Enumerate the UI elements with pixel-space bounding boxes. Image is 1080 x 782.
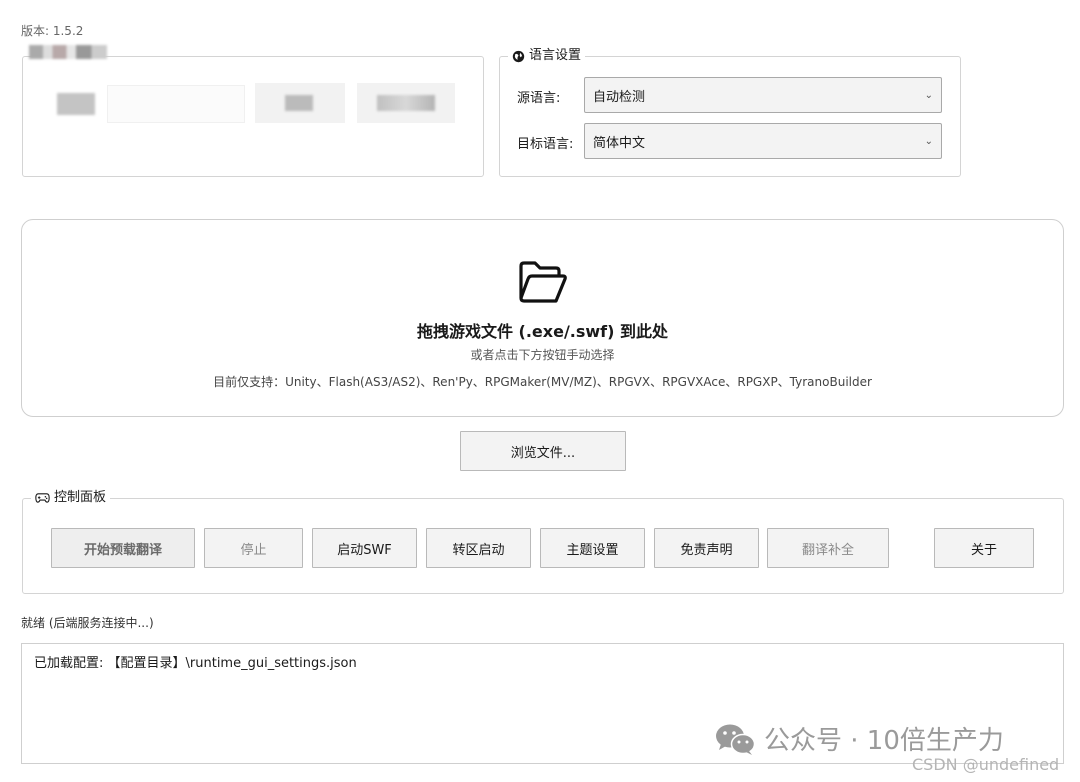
- target-language-label: 目标语言:: [517, 137, 574, 152]
- stop-button[interactable]: 停止: [204, 528, 303, 568]
- blurred-group: [22, 45, 484, 177]
- source-language-label: 源语言:: [517, 91, 561, 106]
- globe-icon: [512, 50, 525, 63]
- language-settings-label: 语言设置: [529, 48, 582, 63]
- target-language-select[interactable]: 简体中文 ⌄: [584, 123, 942, 159]
- translation-complete-button[interactable]: 翻译补全: [767, 528, 889, 568]
- folder-open-icon: [518, 260, 568, 304]
- watermark: 公众号 · 10倍生产力: [714, 720, 1004, 757]
- about-button[interactable]: 关于: [934, 528, 1034, 568]
- disclaimer-button[interactable]: 免责声明: [654, 528, 759, 568]
- chevron-down-icon: ⌄: [924, 135, 933, 147]
- blurred-label: [57, 93, 95, 115]
- watermark-text: 公众号 · 10倍生产力: [764, 726, 1004, 756]
- source-language-select[interactable]: 自动检测 ⌄: [584, 77, 942, 113]
- locale-launch-button[interactable]: 转区启动: [426, 528, 531, 568]
- language-settings-group: 语言设置 源语言: 自动检测 ⌄ 目标语言: 简体中文 ⌄: [499, 48, 961, 177]
- drop-zone-title: 拖拽游戏文件 (.exe/.swf) 到此处: [416, 322, 669, 341]
- target-language-value: 简体中文: [593, 135, 646, 151]
- start-pretranslate-button[interactable]: 开始预载翻译: [51, 528, 195, 568]
- theme-settings-button[interactable]: 主题设置: [540, 528, 645, 568]
- control-panel-label: 控制面板: [54, 490, 107, 505]
- blurred-title: [29, 45, 107, 59]
- blurred-button-2[interactable]: [357, 83, 455, 123]
- drop-zone-subtitle: 或者点击下方按钮手动选择: [470, 348, 615, 362]
- browse-files-button[interactable]: 浏览文件...: [460, 431, 626, 471]
- source-language-value: 自动检测: [593, 89, 646, 105]
- control-panel-title: 控制面板: [31, 490, 111, 506]
- log-line: 已加载配置: 【配置目录】\runtime_gui_settings.json: [34, 656, 357, 671]
- file-drop-zone[interactable]: 拖拽游戏文件 (.exe/.swf) 到此处 或者点击下方按钮手动选择 目前仅支…: [21, 219, 1064, 417]
- version-label: 版本: 1.5.2: [21, 24, 84, 38]
- launch-swf-button[interactable]: 启动SWF: [312, 528, 417, 568]
- blurred-input[interactable]: [107, 85, 245, 123]
- status-text: 就绪 (后端服务连接中...): [21, 616, 154, 630]
- gamepad-icon: [35, 492, 50, 504]
- drop-zone-supported: 目前仅支持：Unity、Flash(AS3/AS2)、Ren'Py、RPGMak…: [213, 375, 872, 389]
- csdn-watermark: CSDN @undefined: [912, 755, 1060, 774]
- wechat-icon: [714, 722, 756, 756]
- language-settings-title: 语言设置: [508, 48, 586, 64]
- chevron-down-icon: ⌄: [924, 89, 933, 101]
- blurred-button-1[interactable]: [255, 83, 345, 123]
